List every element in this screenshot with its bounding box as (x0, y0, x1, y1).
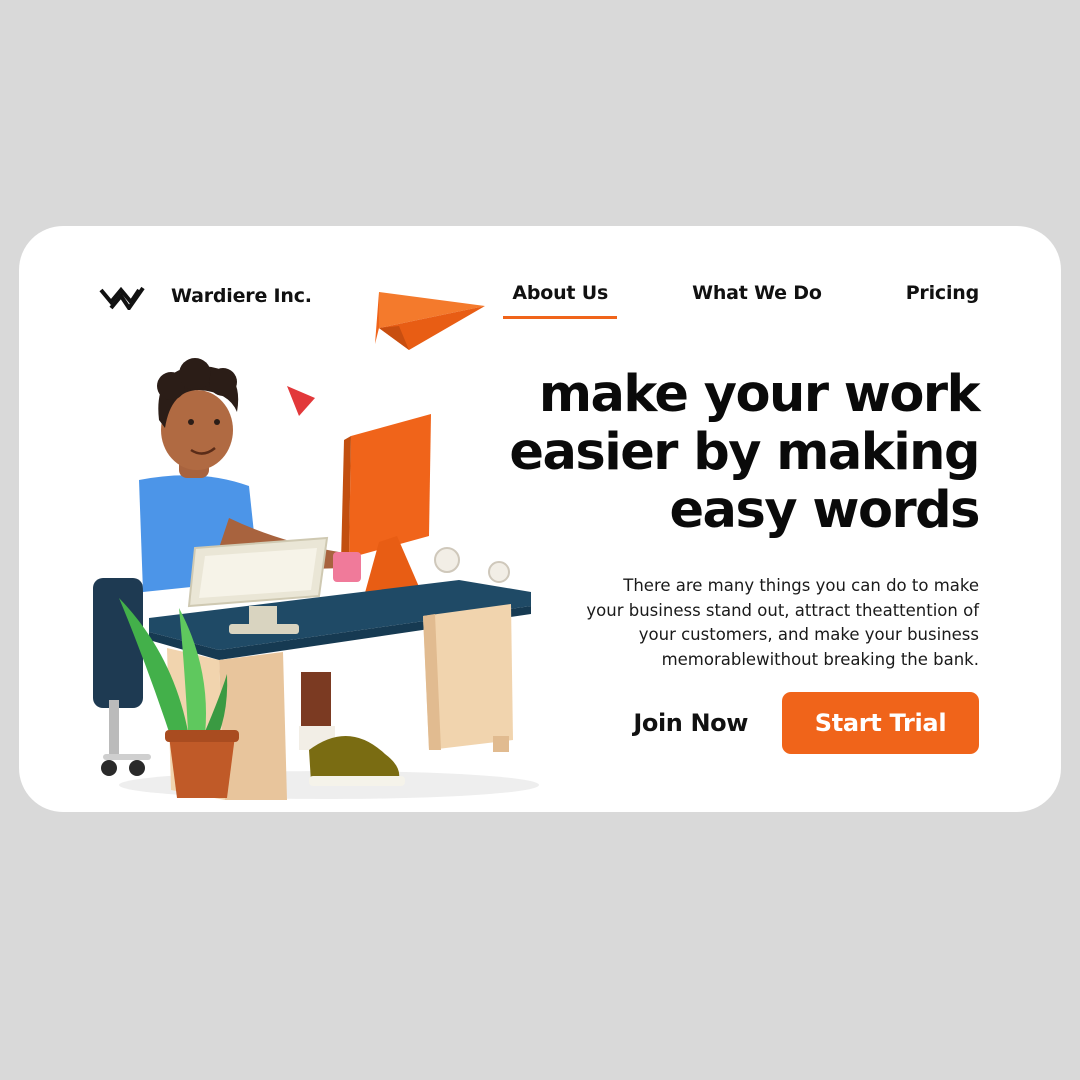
headline-line: make your work (538, 365, 981, 424)
description-line: your customers, and make your business (638, 625, 979, 644)
description-line: memorablewithout breaking the bank. (661, 649, 979, 669)
description-line: There are many things you can do to make (623, 576, 979, 595)
person-at-desk-illustration (93, 292, 539, 800)
hero-card: Wardiere Inc. About Us What We Do Pricin… (19, 226, 1061, 812)
hero-description: There are many things you can do to make… (549, 574, 979, 672)
headline-line: easier by making (509, 423, 980, 482)
hero-headline: make your work easier by making easy wor… (459, 365, 981, 540)
nav-what-we-do[interactable]: What We Do (683, 282, 831, 319)
start-trial-button[interactable]: Start Trial (782, 692, 979, 754)
description-line: your business stand out, attract theatte… (586, 600, 979, 620)
nav-pricing[interactable]: Pricing (897, 282, 980, 319)
red-cone-shape (287, 386, 315, 416)
join-now-button[interactable]: Join Now (633, 709, 748, 737)
paper-plane-icon (375, 292, 485, 350)
headline-line: easy words (669, 481, 980, 540)
main-nav: About Us What We Do Pricing (503, 282, 979, 319)
cta-group: Join Now Start Trial (633, 692, 979, 754)
